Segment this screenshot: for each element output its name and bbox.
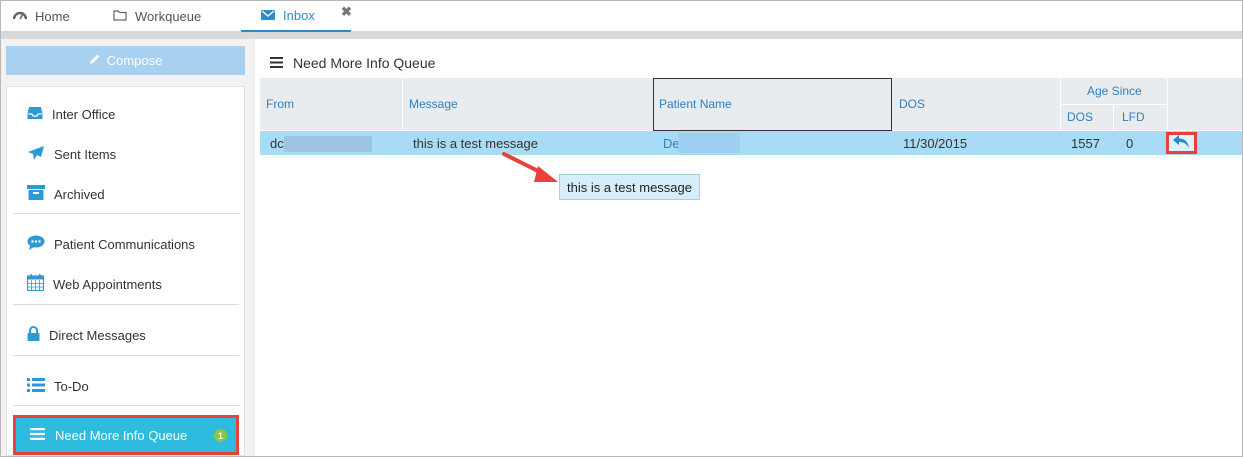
divider [13, 213, 239, 214]
count-badge: 1 [214, 429, 227, 442]
hamburger-icon [30, 427, 55, 443]
sidebar-item-need-more-info-queue[interactable]: Need More Info Queue 1 [13, 415, 239, 455]
cell-age-dos: 1557 [1071, 135, 1100, 151]
list-icon [27, 377, 54, 395]
hamburger-icon [270, 55, 293, 71]
sidebar-item-patient-communications[interactable]: Patient Communications [27, 234, 195, 254]
table-row[interactable]: dc this is a test message De 11/30/2015 … [260, 131, 1242, 155]
tab-home-label: Home [35, 8, 70, 24]
column-highlight-box [653, 78, 892, 131]
sidebar-item-label: Sent Items [54, 146, 117, 162]
lock-icon [27, 326, 49, 344]
sidebar-item-sent-items[interactable]: Sent Items [27, 144, 116, 164]
redacted-block [284, 136, 372, 152]
archive-box-icon [27, 185, 54, 203]
compose-label: Compose [106, 53, 163, 68]
paper-plane-icon [27, 145, 54, 164]
column-header-age-lfd[interactable]: LFD [1122, 110, 1145, 124]
sidebar-item-label: Web Appointments [53, 276, 162, 292]
sidebar-item-to-do[interactable]: To-Do [27, 376, 89, 396]
chat-bubble-icon [27, 235, 54, 253]
column-header-from[interactable]: From [266, 97, 294, 111]
column-header-age-dos[interactable]: DOS [1067, 110, 1093, 124]
tab-inbox[interactable]: Inbox [241, 1, 351, 32]
reply-icon [1173, 135, 1190, 151]
cell-age-lfd: 0 [1126, 135, 1134, 151]
folder-icon [113, 9, 135, 24]
annotation-arrow-icon [502, 152, 558, 182]
tab-bar: Home Workqueue Inbox ✖ [1, 1, 1242, 32]
message-tooltip: this is a test message [559, 174, 700, 200]
envelope-icon [261, 8, 283, 23]
sidebar-item-label: Patient Communications [54, 236, 195, 252]
inbox-tray-icon [27, 106, 52, 123]
sidebar: Compose Inter Office Sent Items Archived [1, 39, 255, 456]
tab-workqueue-label: Workqueue [135, 8, 202, 24]
tab-underbar [1, 32, 1242, 39]
sidebar-item-label: Direct Messages [49, 327, 146, 343]
cell-from: dc [270, 135, 284, 151]
calendar-icon [26, 274, 53, 294]
tab-inbox-label: Inbox [283, 8, 315, 23]
divider [13, 355, 239, 356]
pencil-icon [89, 53, 107, 68]
sidebar-menu: Inter Office Sent Items Archived Patient… [6, 86, 245, 456]
page-title-text: Need More Info Queue [293, 55, 436, 71]
divider [1060, 104, 1167, 105]
sidebar-item-archived[interactable]: Archived [27, 184, 105, 204]
divider [402, 78, 403, 130]
column-header-age-since: Age Since [1087, 84, 1142, 98]
close-icon[interactable]: ✖ [341, 5, 352, 19]
page-title: Need More Info Queue [270, 55, 435, 71]
sidebar-item-label: Need More Info Queue [55, 427, 188, 443]
dashboard-icon [12, 9, 35, 24]
sidebar-item-inter-office[interactable]: Inter Office [27, 104, 115, 124]
column-header-message[interactable]: Message [409, 97, 458, 111]
divider [13, 304, 239, 305]
redacted-block [678, 133, 740, 153]
sidebar-item-label: Inter Office [52, 106, 116, 122]
divider [1167, 78, 1168, 130]
tab-home[interactable]: Home [12, 1, 70, 31]
reply-button[interactable] [1166, 132, 1197, 154]
main-panel: Need More Info Queue From Message Patien… [260, 46, 1242, 456]
sidebar-item-label: Archived [54, 186, 105, 202]
tab-workqueue[interactable]: Workqueue [113, 1, 201, 31]
divider [1113, 104, 1114, 130]
compose-button[interactable]: Compose [6, 46, 245, 75]
divider [13, 405, 239, 406]
cell-dos: 11/30/2015 [903, 135, 968, 151]
sidebar-item-direct-messages[interactable]: Direct Messages [27, 325, 146, 345]
sidebar-item-web-appointments[interactable]: Web Appointments [26, 274, 162, 294]
sidebar-item-label: To-Do [54, 378, 89, 394]
column-header-dos[interactable]: DOS [899, 97, 925, 111]
